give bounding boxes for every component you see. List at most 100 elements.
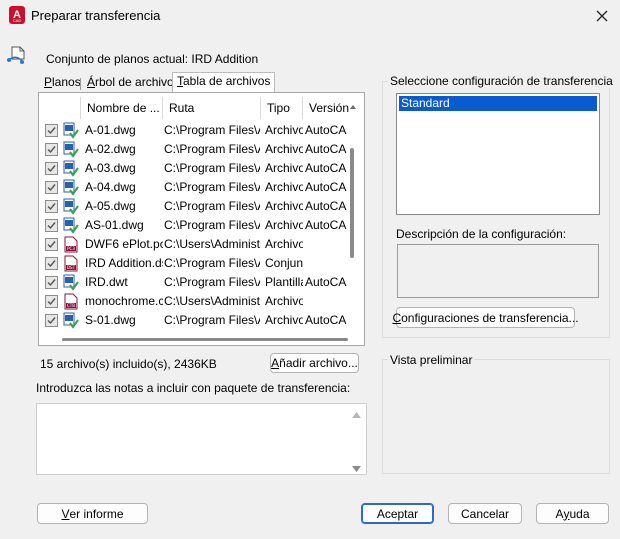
row-version: AutoCAD: [305, 142, 347, 156]
table-row[interactable]: A-04.dwg C:\Program Files\Au ArchivoAutoCA…: [39, 178, 355, 197]
row-name: A-01.dwg: [85, 123, 136, 137]
table-row[interactable]: S-01.dwg C:\Program Files\Au ArchivoAutoCA…: [39, 311, 355, 330]
row-path: C:\Program Files\Au: [164, 275, 260, 289]
table-row[interactable]: A-02.dwg C:\Program Files\Au ArchivoAutoCA…: [39, 140, 355, 159]
column-tipo[interactable]: Tipo: [261, 97, 303, 119]
include-checkbox[interactable]: [45, 314, 58, 327]
include-checkbox[interactable]: [45, 162, 58, 175]
include-checkbox[interactable]: [45, 200, 58, 213]
table-row[interactable]: A-01.dwg C:\Program Files\Au ArchivoAutoCA…: [39, 121, 355, 140]
tab-separator: [80, 78, 81, 90]
cancel-button[interactable]: Cancelar: [448, 503, 522, 524]
transfer-setups-button[interactable]: Configuraciones de transferencia...: [392, 307, 579, 328]
tab-tabla-de-archivos[interactable]: Tabla de archivos: [172, 72, 276, 93]
column-ruta[interactable]: Ruta: [163, 97, 261, 119]
svg-text:PC3: PC3: [67, 246, 75, 251]
include-checkbox[interactable]: [45, 295, 58, 308]
file-table[interactable]: Nombre de ... Ruta Tipo Versión A-01.dwg…: [38, 92, 365, 346]
transfer-setups-label: onfiguraciones de transferencia...: [401, 310, 579, 325]
row-path: C:\Program Files\Au: [164, 142, 260, 156]
table-row[interactable]: IRD.dwt C:\Program Files\Au PlantillaAutoC…: [39, 273, 355, 292]
current-sheet-set-label: Conjunto de planos actual: IRD Addition: [46, 52, 259, 66]
row-path: C:\Program Files\Au: [164, 218, 260, 232]
close-button[interactable]: [588, 4, 616, 28]
table-row[interactable]: AS-01.dwg C:\Program Files\Au ArchivoAutoC…: [39, 216, 355, 235]
row-name: IRD Addition.dst: [85, 256, 163, 270]
row-path: C:\Program Files\Au: [164, 313, 260, 327]
column-nombre[interactable]: Nombre de ...: [81, 97, 163, 119]
include-checkbox[interactable]: [45, 276, 58, 289]
notes-label: Introduzca las notas a incluir con paque…: [36, 381, 351, 395]
row-type: Archivo: [265, 142, 303, 156]
include-checkbox[interactable]: [45, 257, 58, 270]
include-checkbox[interactable]: [45, 181, 58, 194]
row-type: Archivo: [265, 161, 303, 175]
table-row[interactable]: PC3 DWF6 ePlot.pc3C:\Users\Administra Arch…: [39, 235, 355, 254]
row-version: AutoCAD: [305, 218, 347, 232]
row-version: AutoCAD: [305, 123, 347, 137]
table-row[interactable]: A-03.dwg C:\Program Files\Au ArchivoAutoCA…: [39, 159, 355, 178]
transfer-setups-access: C: [392, 310, 402, 325]
table-row[interactable]: DST IRD Addition.dstC:\Program Files\Au Co…: [39, 254, 355, 273]
svg-text:CTB: CTB: [67, 303, 75, 308]
tab-arbol-label: rbol de archivos: [95, 75, 180, 89]
row-name: monochrome.ctb: [85, 294, 163, 308]
row-type: Plantilla: [265, 275, 303, 289]
notes-scroll-down-icon[interactable]: [352, 461, 361, 475]
row-name: S-01.dwg: [85, 313, 136, 327]
close-icon: [596, 10, 608, 22]
dwg-file-icon: [63, 312, 79, 329]
include-checkbox[interactable]: [45, 219, 58, 232]
row-type: Archivo: [265, 218, 303, 232]
row-type: Archivo: [265, 123, 303, 137]
include-checkbox[interactable]: [45, 143, 58, 156]
dwg-file-icon: [63, 198, 79, 215]
row-name: A-04.dwg: [85, 180, 136, 194]
pc3-file-icon: PC3: [63, 236, 79, 253]
file-summary: 15 archivo(s) incluido(s), 2436KB: [40, 357, 217, 371]
row-type: Archivo: [265, 294, 303, 308]
row-name: A-03.dwg: [85, 161, 136, 175]
add-file-button[interactable]: Añadir archivo...: [270, 353, 359, 373]
setup-description-label: Descripción de la configuración:: [396, 227, 567, 241]
view-report-button[interactable]: Ver informe: [37, 503, 148, 524]
tab-arbol-access: Á: [87, 75, 96, 89]
dwg-file-icon: [63, 274, 79, 291]
dwg-file-icon: [63, 217, 79, 234]
row-type: Conjunt: [265, 256, 303, 270]
help-rest: uda: [569, 506, 590, 521]
include-checkbox[interactable]: [45, 238, 58, 251]
row-type: Archivo: [265, 180, 303, 194]
setup-group-label: Seleccione configuración de transferenci…: [388, 74, 615, 88]
help-button[interactable]: Ay uda: [536, 503, 609, 524]
setup-item-standard[interactable]: Standard: [399, 96, 597, 111]
setup-listbox[interactable]: Standard: [396, 93, 600, 215]
table-vertical-scrollbar-thumb[interactable]: [350, 148, 354, 258]
transmittal-icon: [6, 44, 30, 66]
dst-file-icon: DST: [63, 255, 79, 272]
tab-tabla-label: abla de archivos: [183, 74, 271, 88]
row-type: Archivo: [265, 313, 303, 327]
tab-arbol-de-archivos[interactable]: Árbol de archivos: [83, 74, 184, 92]
add-file-label: ñadir archivo...: [279, 356, 358, 370]
row-name: DWF6 ePlot.pc3: [85, 237, 163, 251]
table-scroll-up-icon[interactable]: [350, 98, 356, 112]
row-version: AutoCAD: [305, 313, 347, 327]
row-path: C:\Program Files\Au: [164, 123, 260, 137]
row-version: AutoCAD: [305, 161, 347, 175]
row-path: C:\Program Files\Au: [164, 256, 260, 270]
ok-button[interactable]: Aceptar: [361, 503, 434, 524]
ctb-file-icon: CTB: [63, 293, 79, 310]
notes-textarea[interactable]: [36, 403, 367, 475]
tab-planos-label: lanos: [52, 75, 81, 89]
row-path: C:\Users\Administra: [164, 294, 260, 308]
include-checkbox[interactable]: [45, 124, 58, 137]
table-horizontal-scrollbar-thumb[interactable]: [62, 338, 348, 341]
row-path: C:\Program Files\Au: [164, 161, 260, 175]
table-row[interactable]: A-05.dwg C:\Program Files\Au ArchivoAutoCA…: [39, 197, 355, 216]
help-pre: A: [555, 506, 564, 521]
autocad-app-icon: A CAD: [9, 6, 25, 24]
notes-scroll-up-icon[interactable]: [352, 407, 361, 421]
table-row[interactable]: CTB monochrome.ctbC:\Users\Administra Arch…: [39, 292, 355, 311]
tab-planos[interactable]: Planos: [40, 74, 85, 92]
